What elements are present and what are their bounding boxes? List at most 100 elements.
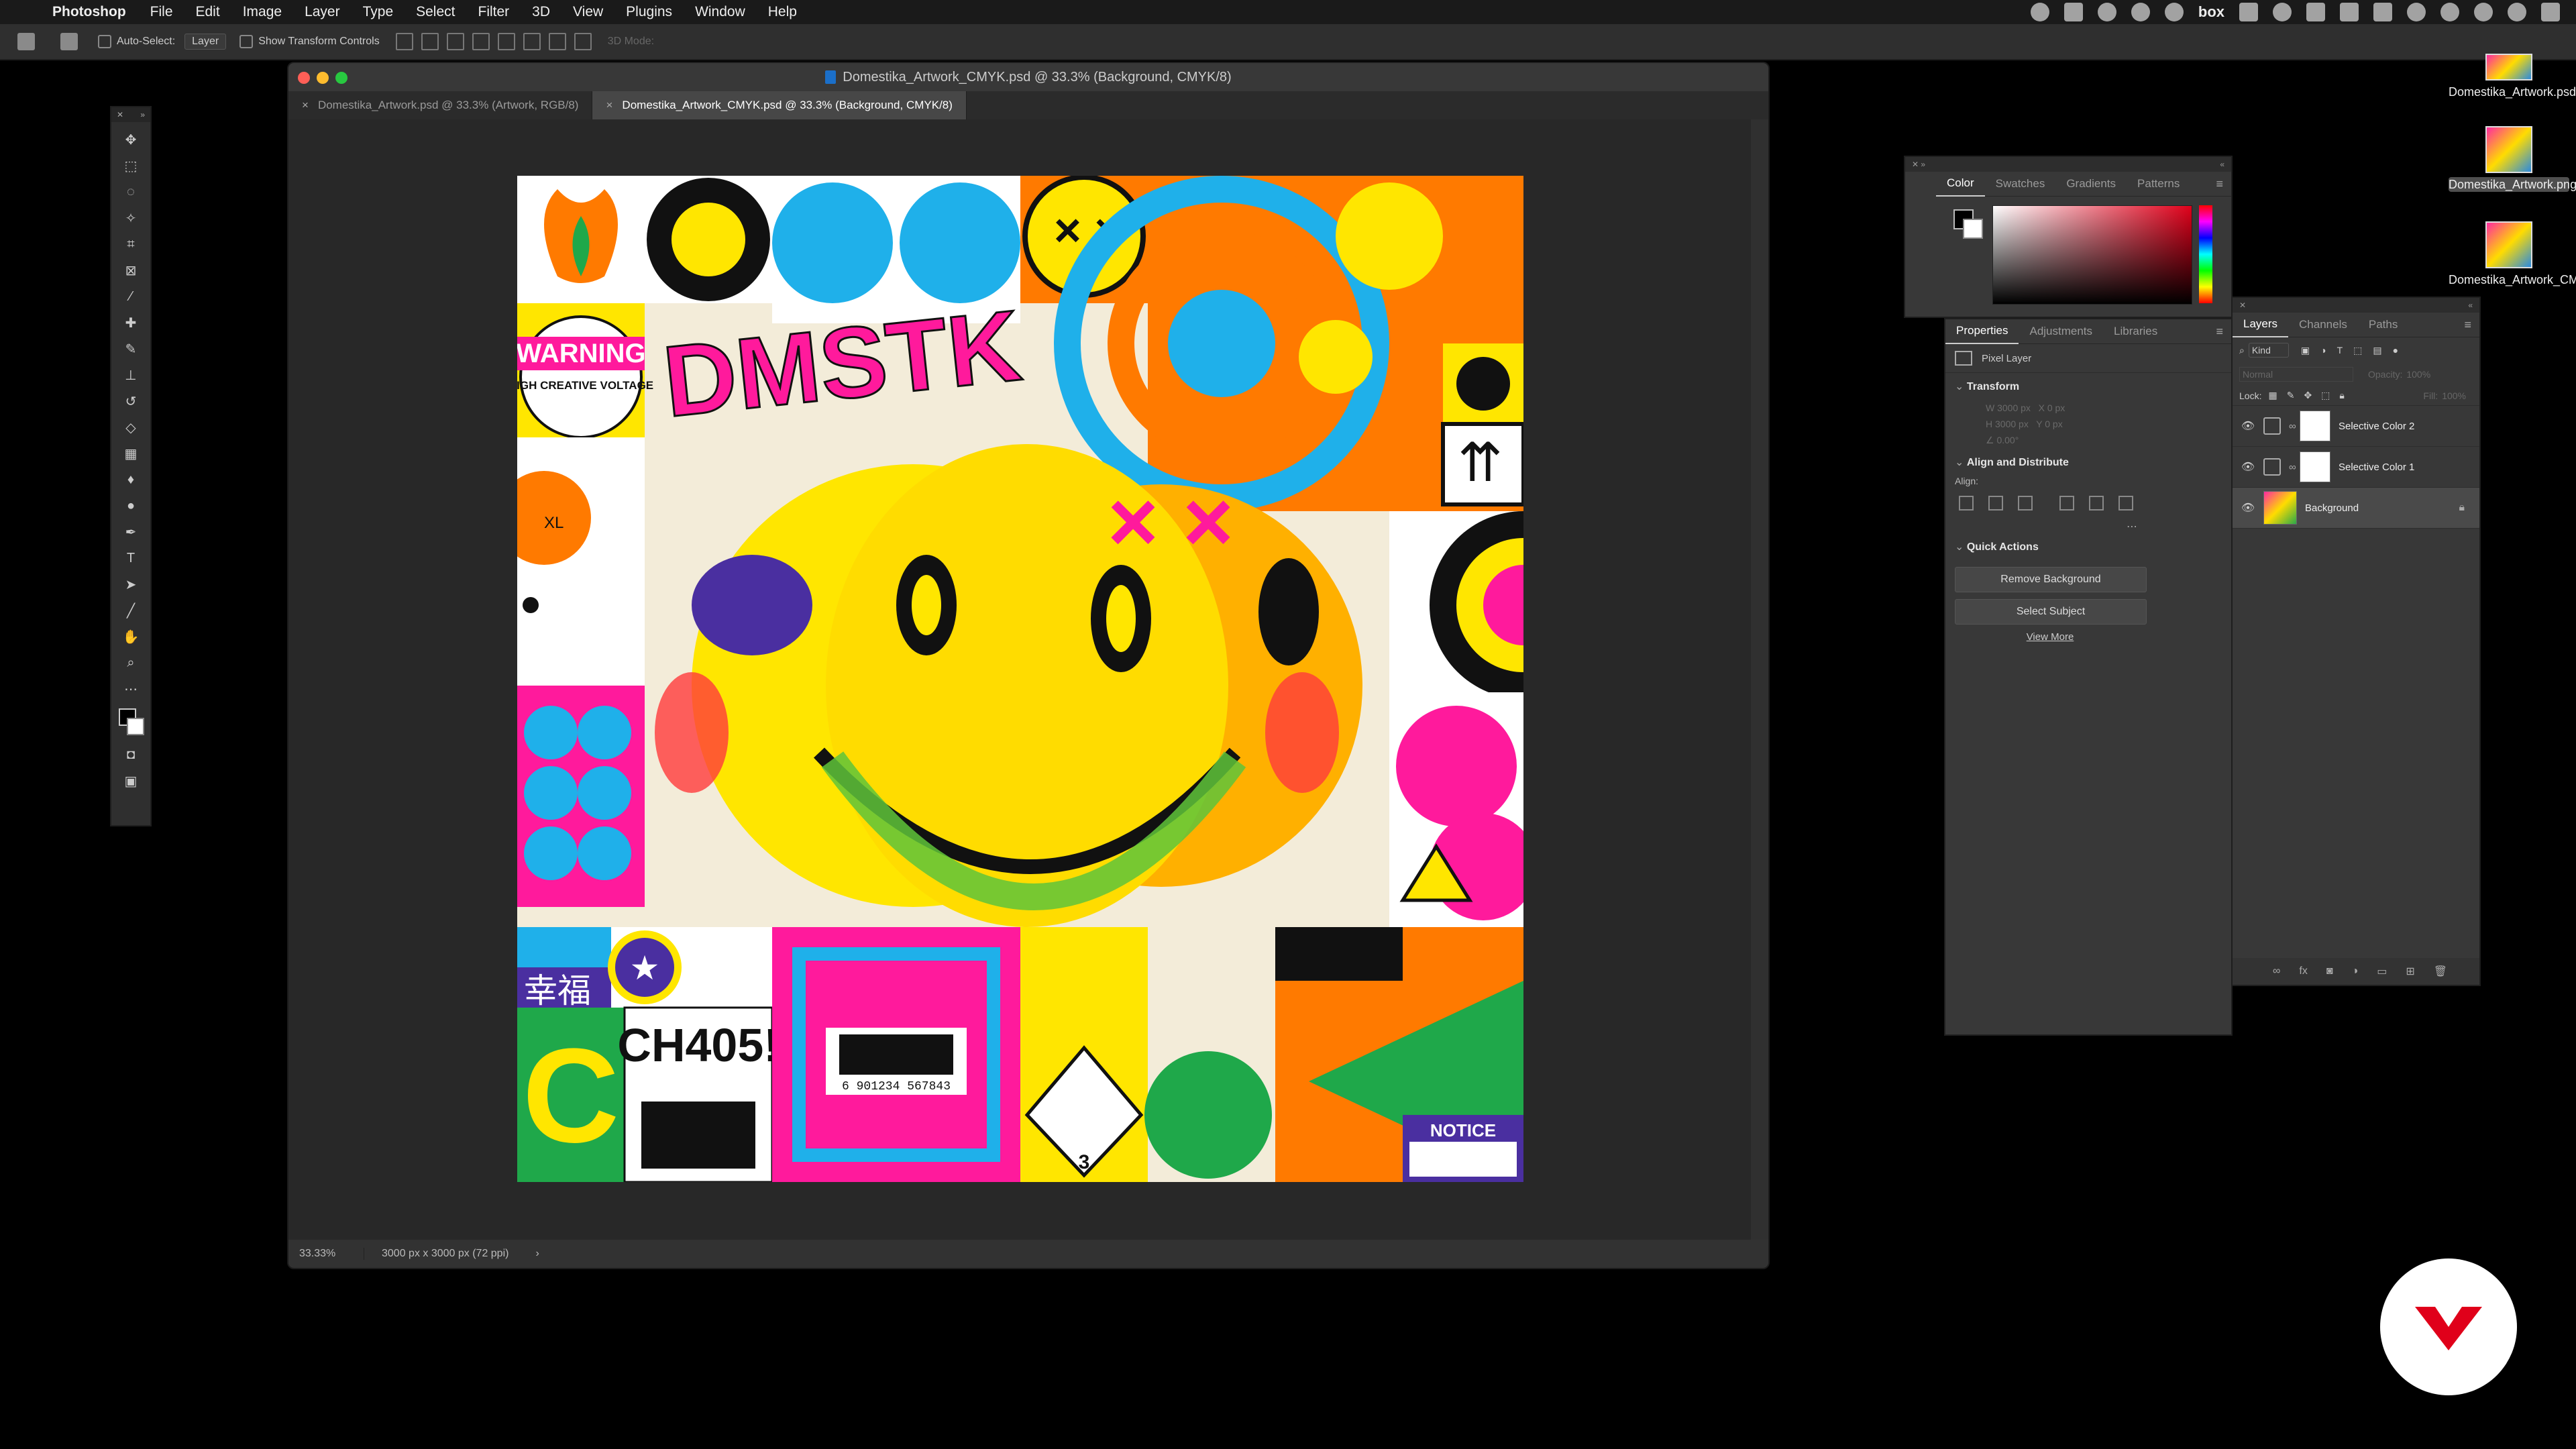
history-brush-icon[interactable]: ↺	[121, 392, 141, 410]
tab-layers[interactable]: Layers	[2233, 312, 2289, 337]
align-left-icon[interactable]	[395, 33, 413, 50]
spotlight-icon[interactable]	[2508, 3, 2526, 21]
tab-gradients[interactable]: Gradients	[2055, 172, 2127, 196]
link-icon[interactable]: ∞	[2289, 462, 2296, 473]
more-options-icon[interactable]	[574, 33, 592, 50]
desktop-file-artwork-psd[interactable]: Domestika_Artwork.psd	[2449, 54, 2576, 99]
lock-transparent-icon[interactable]: ▦	[2268, 390, 2277, 401]
screen-icon[interactable]	[2239, 3, 2258, 21]
crop-tool-icon[interactable]: ⌗	[121, 235, 141, 253]
distribute-icon[interactable]	[548, 33, 566, 50]
angle-field[interactable]: 0.00°	[1996, 435, 2019, 445]
move-tool-icon[interactable]: ✥	[121, 131, 141, 148]
filter-toggle-icon[interactable]: ●	[2393, 345, 2398, 356]
collapse-icon[interactable]: »	[140, 110, 145, 119]
globe-icon[interactable]	[2164, 3, 2184, 21]
align-right-icon[interactable]	[2018, 496, 2033, 511]
menu-type[interactable]: Type	[363, 4, 394, 20]
move-tool-icon[interactable]	[60, 33, 78, 50]
tab-color[interactable]: Color	[1936, 171, 1985, 197]
tools-panel-header[interactable]: ✕»	[111, 107, 150, 122]
layer-name[interactable]: Background	[2305, 502, 2359, 514]
link-layers-icon[interactable]: ∞	[2273, 965, 2280, 977]
y-field[interactable]: 0 px	[2045, 419, 2062, 429]
select-subject-button[interactable]: Select Subject	[1955, 599, 2147, 625]
vertical-scrollbar[interactable]	[1751, 119, 1768, 1240]
visibility-eye-icon[interactable]: 👁︎	[2241, 460, 2255, 474]
new-layer-icon[interactable]: ⊞	[2406, 965, 2414, 978]
home-icon[interactable]	[17, 33, 35, 50]
link-icon[interactable]: ∞	[2289, 421, 2296, 432]
box-icon[interactable]: box	[2198, 3, 2224, 21]
zoom-level[interactable]: 33.33%	[288, 1248, 364, 1260]
auto-select-checkbox[interactable]	[98, 35, 111, 48]
close-tab-icon[interactable]: ×	[302, 99, 309, 112]
auto-select-target-select[interactable]: Layer	[184, 34, 227, 50]
shield-icon[interactable]	[2306, 3, 2325, 21]
artwork-canvas[interactable]: × × ⇈ WARNING HIGH CREATIVE VOLTAGE DMST…	[517, 176, 1523, 1182]
collapse-icon[interactable]: «	[2220, 160, 2224, 169]
fx-icon[interactable]: fx	[2299, 965, 2307, 977]
bluetooth-icon[interactable]	[2440, 3, 2459, 21]
transform-controls-checkbox[interactable]	[239, 35, 254, 48]
view-more-link[interactable]: View More	[1955, 631, 2145, 643]
dropbox-icon[interactable]	[2063, 3, 2083, 21]
align-bottom-icon[interactable]	[523, 33, 541, 50]
align-vcenter-icon[interactable]	[2089, 496, 2104, 511]
close-icon[interactable]: ✕ »	[1912, 160, 1925, 169]
filter-shape-icon[interactable]: ⬚	[2353, 345, 2362, 356]
lasso-tool-icon[interactable]: ◌	[121, 183, 141, 201]
lock-icon[interactable]: 🔒︎	[2459, 502, 2465, 514]
remove-background-button[interactable]: Remove Background	[1955, 567, 2147, 592]
new-group-icon[interactable]: ▭	[2377, 965, 2387, 978]
clock-icon[interactable]	[2273, 3, 2292, 21]
menu-file[interactable]: File	[150, 4, 173, 20]
window-minimize-button[interactable]	[317, 72, 329, 84]
opacity-field[interactable]: 100%	[2406, 369, 2430, 380]
align-section-header[interactable]: Align and Distribute	[1945, 449, 2231, 476]
fill-field[interactable]: 100%	[2442, 390, 2466, 401]
menu-plugins[interactable]: Plugins	[626, 4, 672, 20]
app-name[interactable]: Photoshop	[52, 4, 126, 20]
align-top-icon[interactable]	[2059, 496, 2074, 511]
more-options-icon[interactable]: ⋯	[1945, 520, 2231, 533]
record-icon[interactable]	[2030, 3, 2049, 21]
menu-3d[interactable]: 3D	[532, 4, 550, 20]
control-center-icon[interactable]	[2541, 3, 2560, 21]
layer-row-selective-color-1[interactable]: 👁︎ ∞ Selective Color 1	[2233, 447, 2479, 488]
lock-position-icon[interactable]: ✥	[2304, 390, 2312, 401]
color-panel-swatches[interactable]	[1953, 209, 1983, 239]
transform-section-header[interactable]: Transform	[1945, 373, 2231, 400]
visibility-eye-icon[interactable]: 👁︎	[2241, 501, 2255, 515]
filter-pixel-icon[interactable]: ▣	[2301, 345, 2310, 356]
h-field[interactable]: 3000 px	[1995, 419, 2029, 429]
tab-libraries[interactable]: Libraries	[2103, 319, 2168, 343]
line-tool-icon[interactable]: ╱	[121, 602, 141, 619]
stamp-tool-icon[interactable]: ⊥	[121, 366, 141, 384]
color-picker-field[interactable]	[1992, 205, 2192, 305]
window-close-button[interactable]	[298, 72, 310, 84]
healing-brush-icon[interactable]: ✚	[121, 314, 141, 331]
color-swatches[interactable]	[117, 707, 144, 737]
tab-swatches[interactable]: Swatches	[1985, 172, 2056, 196]
tab-paths[interactable]: Paths	[2358, 313, 2408, 337]
panel-header[interactable]: ✕ «	[2233, 298, 2479, 313]
trash-icon[interactable]: 🗑︎	[2434, 965, 2447, 978]
close-icon[interactable]: ✕	[2239, 301, 2246, 310]
menu-layer[interactable]: Layer	[305, 4, 340, 20]
battery-icon[interactable]	[2340, 3, 2359, 21]
chevron-right-icon[interactable]: ›	[535, 1248, 539, 1260]
layer-name[interactable]: Selective Color 1	[2339, 462, 2414, 473]
layer-mask-thumbnail[interactable]	[2300, 451, 2330, 482]
lock-all-icon[interactable]: 🔒︎	[2339, 390, 2344, 401]
menu-window[interactable]: Window	[695, 4, 745, 20]
tab-artwork-cmyk[interactable]: × Domestika_Artwork_CMYK.psd @ 33.3% (Bac…	[592, 91, 967, 119]
zoom-tool-icon[interactable]: ⌕	[121, 654, 141, 672]
close-tab-icon[interactable]: ×	[606, 99, 612, 112]
close-icon[interactable]: ✕	[117, 110, 123, 119]
layer-mask-thumbnail[interactable]	[2300, 411, 2330, 441]
path-select-icon[interactable]: ➤	[121, 576, 141, 593]
menu-filter[interactable]: Filter	[478, 4, 510, 20]
dodge-tool-icon[interactable]: ●	[121, 497, 141, 515]
add-mask-icon[interactable]: ◙	[2326, 965, 2333, 977]
